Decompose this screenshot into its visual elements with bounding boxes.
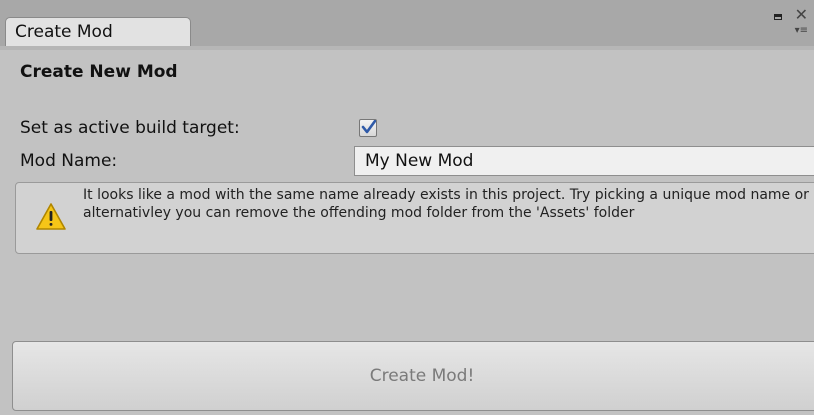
header-divider xyxy=(0,46,814,50)
warning-icon xyxy=(36,203,66,230)
close-icon[interactable]: ✕ xyxy=(795,7,808,23)
checkmark-icon xyxy=(361,120,376,134)
window-controls: ✕ ▾≡ xyxy=(762,6,812,42)
tab-create-mod[interactable]: Create Mod xyxy=(5,17,191,46)
warning-box: It looks like a mod with the same name a… xyxy=(15,182,814,254)
warning-message: It looks like a mod with the same name a… xyxy=(83,187,809,221)
mod-name-label: Mod Name: xyxy=(20,151,118,171)
mod-name-field[interactable] xyxy=(354,146,814,176)
page-title: Create New Mod xyxy=(20,62,178,82)
tab-label: Create Mod xyxy=(15,22,113,42)
maximize-icon[interactable] xyxy=(774,14,782,20)
window-titlebar: Create Mod ✕ ▾≡ xyxy=(0,0,814,46)
build-target-checkbox[interactable] xyxy=(359,119,377,137)
menu-icon[interactable]: ▾≡ xyxy=(795,26,808,36)
create-mod-button[interactable]: Create Mod! xyxy=(12,341,814,411)
build-target-label: Set as active build target: xyxy=(20,118,240,138)
